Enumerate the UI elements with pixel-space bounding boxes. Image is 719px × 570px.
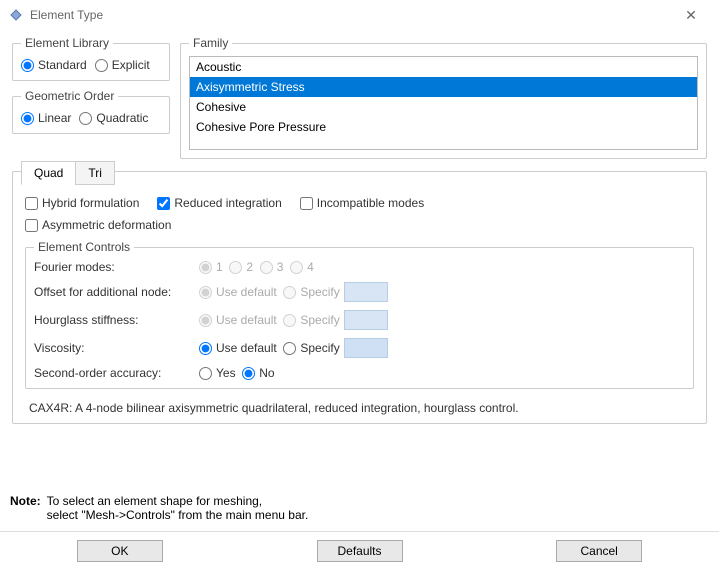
radio-linear[interactable]: Linear xyxy=(21,111,71,125)
button-bar: OK Defaults Cancel xyxy=(0,531,719,570)
family-listbox[interactable]: AcousticAxisymmetric StressCohesiveCohes… xyxy=(189,56,698,150)
second-no[interactable]: No xyxy=(242,366,274,380)
note-label: Note: xyxy=(10,494,41,522)
fourier-1: 1 xyxy=(199,260,223,274)
fourier-3: 3 xyxy=(260,260,284,274)
check-reduced[interactable]: Reduced integration xyxy=(157,196,281,210)
fourier-4: 4 xyxy=(290,260,314,274)
viscosity-specify[interactable]: Specify xyxy=(283,341,339,355)
fourier-label: Fourier modes: xyxy=(34,260,199,274)
radio-quadratic[interactable]: Quadratic xyxy=(79,111,148,125)
viscosity-default[interactable]: Use default xyxy=(199,341,277,355)
second-label: Second-order accuracy: xyxy=(34,366,199,380)
element-controls-group: Element Controls Fourier modes: 1 2 3 4 … xyxy=(25,240,694,389)
element-library-legend: Element Library xyxy=(21,36,113,50)
viscosity-value[interactable] xyxy=(344,338,388,358)
close-icon[interactable]: ✕ xyxy=(671,7,711,24)
radio-explicit[interactable]: Explicit xyxy=(95,58,150,72)
element-controls-legend: Element Controls xyxy=(34,240,134,254)
hourglass-label: Hourglass stiffness: xyxy=(34,313,199,327)
offset-default: Use default xyxy=(199,285,277,299)
family-legend: Family xyxy=(189,36,232,50)
note-line2: select "Mesh->Controls" from the main me… xyxy=(47,508,309,522)
defaults-button[interactable]: Defaults xyxy=(317,540,403,562)
family-item[interactable]: Cohesive Pore Pressure xyxy=(190,117,697,137)
shape-tabs: Quad Tri Hybrid formulation Reduced inte… xyxy=(12,171,707,424)
offset-value xyxy=(344,282,388,302)
element-controls-scroll[interactable]: Fourier modes: 1 2 3 4 Offset for additi… xyxy=(34,260,685,380)
note: Note: To select an element shape for mes… xyxy=(10,494,308,522)
tab-quad[interactable]: Quad xyxy=(21,161,76,185)
radio-standard[interactable]: Standard xyxy=(21,58,87,72)
tab-tri[interactable]: Tri xyxy=(75,161,115,185)
titlebar: Element Type ✕ xyxy=(0,0,719,30)
offset-specify: Specify xyxy=(283,285,339,299)
fourier-2: 2 xyxy=(229,260,253,274)
element-library-group: Element Library Standard Explicit xyxy=(12,36,170,81)
geometric-order-group: Geometric Order Linear Quadratic xyxy=(12,89,170,134)
family-group: Family AcousticAxisymmetric StressCohesi… xyxy=(180,36,707,159)
viscosity-label: Viscosity: xyxy=(34,341,199,355)
element-description: CAX4R: A 4-node bilinear axisymmetric qu… xyxy=(29,401,690,415)
check-incompat[interactable]: Incompatible modes xyxy=(300,196,424,210)
check-hybrid[interactable]: Hybrid formulation xyxy=(25,196,139,210)
family-item[interactable]: Axisymmetric Stress xyxy=(190,77,697,97)
hourglass-specify: Specify xyxy=(283,313,339,327)
second-yes[interactable]: Yes xyxy=(199,366,236,380)
ok-button[interactable]: OK xyxy=(77,540,163,562)
window-title: Element Type xyxy=(30,8,671,22)
hourglass-default: Use default xyxy=(199,313,277,327)
hourglass-value xyxy=(344,310,388,330)
offset-label: Offset for additional node: xyxy=(34,285,199,299)
check-asym[interactable]: Asymmetric deformation xyxy=(25,218,171,232)
family-item[interactable]: Cohesive xyxy=(190,97,697,117)
geometric-order-legend: Geometric Order xyxy=(21,89,118,103)
note-line1: To select an element shape for meshing, xyxy=(47,494,309,508)
family-item[interactable]: Acoustic xyxy=(190,57,697,77)
app-icon xyxy=(8,7,24,23)
cancel-button[interactable]: Cancel xyxy=(556,540,642,562)
